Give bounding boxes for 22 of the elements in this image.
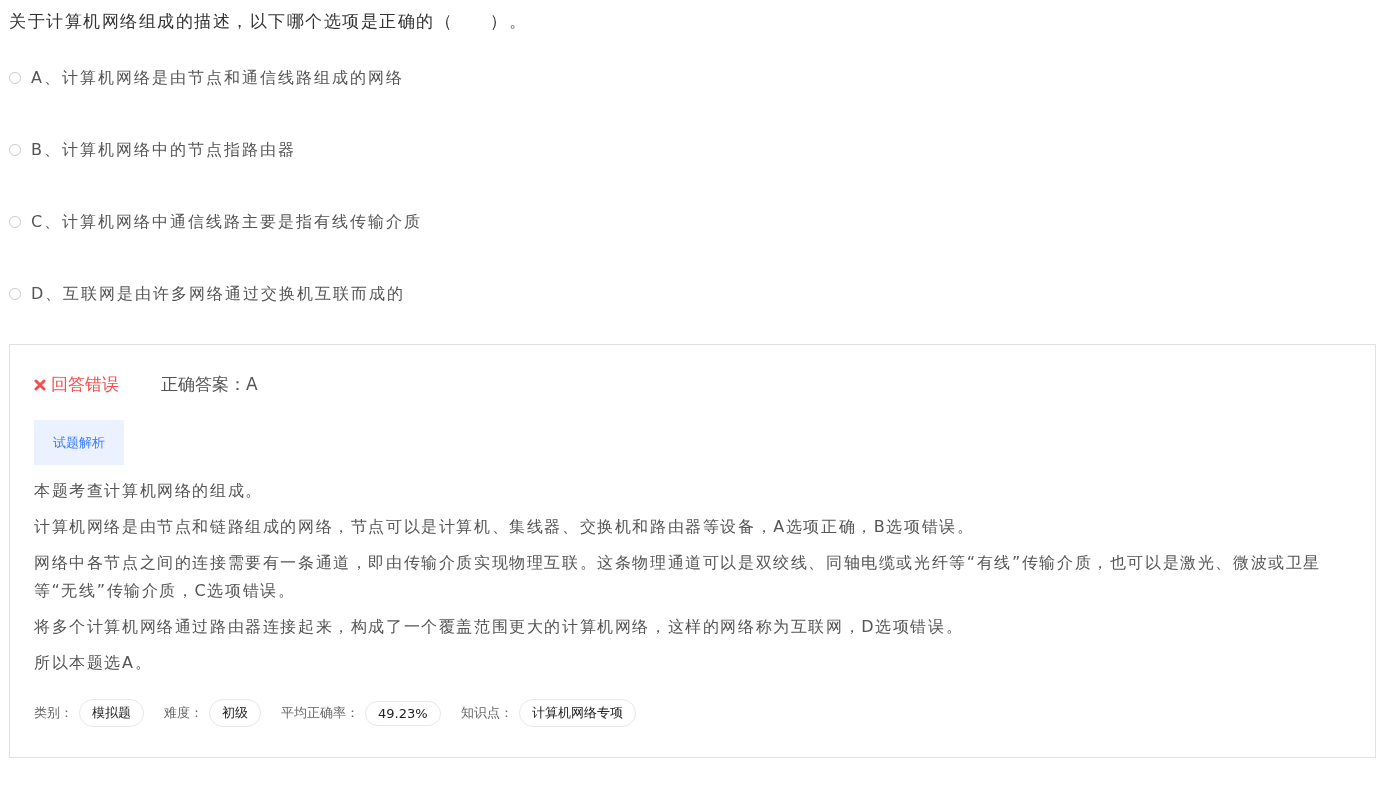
radio-button[interactable]	[9, 216, 21, 228]
meta-label: 类别：	[34, 704, 73, 722]
analysis-paragraph: 所以本题选A。	[34, 652, 154, 674]
correct-answer: 正确答案：A	[161, 373, 258, 396]
radio-button[interactable]	[9, 72, 21, 84]
analysis-paragraph: 将多个计算机网络通过路由器连接起来，构成了一个覆盖范围更大的计算机网络，这样的网络称为互联网，D选项错误。	[34, 616, 965, 638]
option-text[interactable]: D、互联网是由许多网络通过交换机互联而成的	[31, 280, 406, 308]
option-text[interactable]: A、计算机网络是由节点和通信线路组成的网络	[31, 64, 404, 92]
question-text: 关于计算机网络组成的描述，以下哪个选项是正确的（ ）。	[9, 10, 528, 33]
option-text[interactable]: C、计算机网络中通信线路主要是指有线传输介质	[31, 208, 423, 236]
radio-button[interactable]	[9, 288, 21, 300]
meta-label: 平均正确率：	[281, 704, 359, 722]
analysis-tab[interactable]: 试题解析	[34, 420, 124, 465]
meta-label: 难度：	[164, 704, 203, 722]
option-text[interactable]: B、计算机网络中的节点指路由器	[31, 136, 296, 164]
analysis-paragraph: 网络中各节点之间的连接需要有一条通道，即由传输介质实现物理互联。这条物理通道可以是双绞线、同轴电缆或光纤等“有线”传输介质，也可以是激光、微波或卫星等“无线”传输介质，C选项错误。	[34, 552, 1322, 602]
radio-button[interactable]	[9, 144, 21, 156]
result-status: 回答错误	[34, 373, 119, 396]
analysis-paragraph: 本题考查计算机网络的组成。	[34, 480, 264, 502]
meta-label: 知识点：	[460, 704, 513, 722]
cross-icon	[34, 378, 46, 391]
analysis-paragraph: 计算机网络是由节点和链路组成的网络，节点可以是计算机、集线器、交换机和路由器等设备，A选项正确，B选项错误。	[34, 516, 976, 538]
